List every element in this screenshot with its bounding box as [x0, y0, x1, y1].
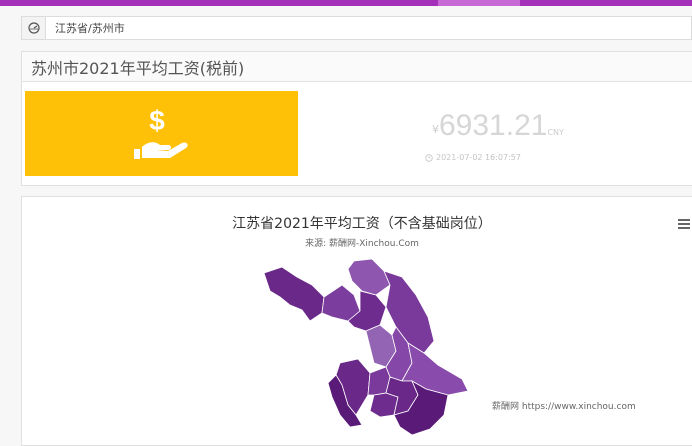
active-tab-indicator[interactable]	[438, 0, 520, 6]
map-region-xuzhou[interactable]	[263, 266, 325, 322]
hamburger-menu-icon[interactable]	[678, 219, 690, 229]
panel-header: 苏州市2021年平均工资(税前)	[22, 52, 692, 82]
currency-symbol: ¥	[432, 123, 439, 136]
top-accent-bar	[0, 0, 692, 6]
page-title: 苏州市2021年平均工资(税前)	[31, 58, 245, 78]
hand-dollar-icon: $	[134, 105, 188, 159]
salary-summary-panel: 苏州市2021年平均工资(税前) $ ¥6931.21CNY	[21, 51, 692, 186]
timestamp: 2021-07-02 16:07:57	[425, 153, 521, 162]
salary-amount: 6931.21	[439, 109, 548, 142]
breadcrumb: 江苏省/苏州市	[21, 16, 692, 40]
chart-credit[interactable]: 薪酬网 https://www.xinchou.com	[492, 399, 636, 412]
clock-icon	[425, 153, 433, 162]
timestamp-text: 2021-07-02 16:07:57	[436, 153, 521, 162]
jiangsu-map	[263, 258, 469, 436]
chart-title: 江苏省2021年平均工资（不含基础岗位）	[232, 216, 492, 232]
svg-text:$: $	[149, 105, 165, 136]
currency-unit: CNY	[547, 128, 564, 137]
dashboard-icon[interactable]	[22, 17, 46, 39]
map-region-lianyungang[interactable]	[347, 258, 391, 296]
money-tile: $	[25, 91, 298, 176]
breadcrumb-path[interactable]: 江苏省/苏州市	[46, 20, 125, 36]
chart-subtitle: 来源: 薪酬网-Xinchou.Com	[305, 239, 419, 249]
map-region-changzhou[interactable]	[369, 392, 399, 418]
average-salary-stat: ¥6931.21CNY	[432, 109, 564, 143]
province-map-panel: 江苏省2021年平均工资（不含基础岗位） 来源: 薪酬网-Xinchou.Com…	[21, 196, 692, 446]
